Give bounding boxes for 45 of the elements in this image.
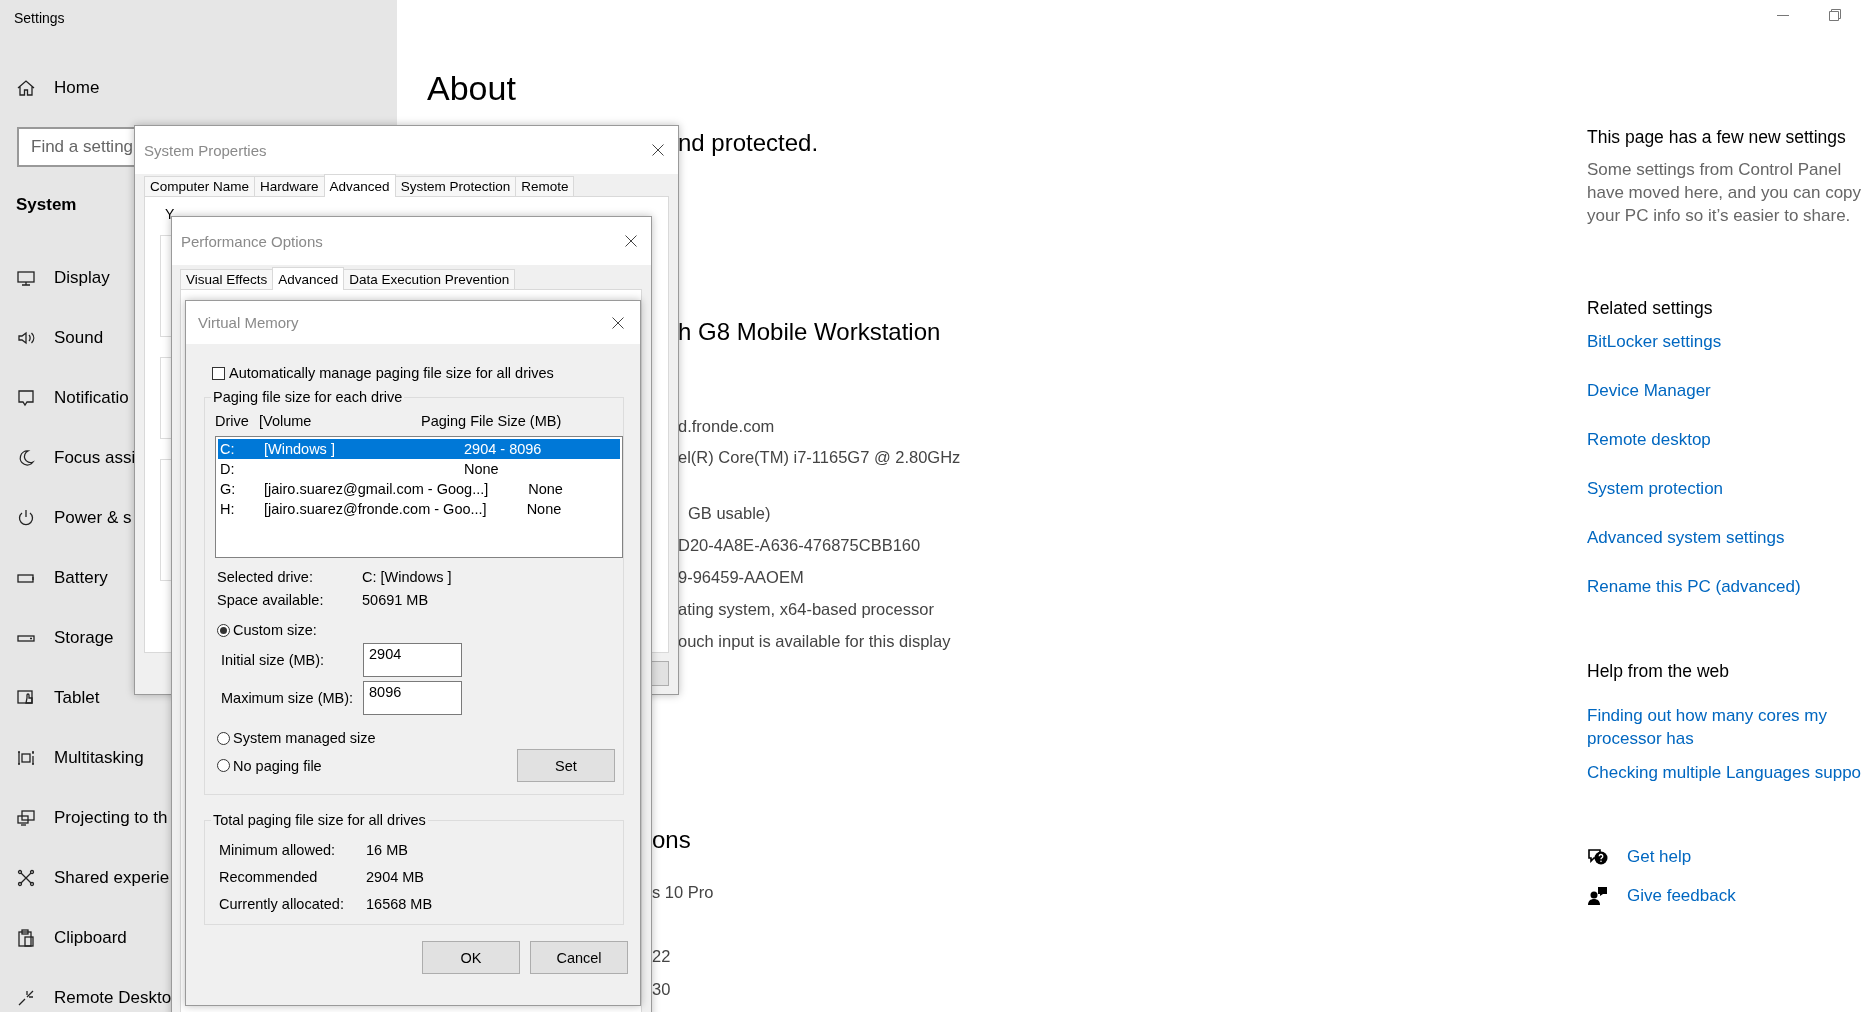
info-label: Minimum allowed: — [219, 841, 337, 859]
field-label: Initial size (MB): — [221, 652, 326, 668]
info-value: C: [Windows ] — [362, 568, 453, 586]
spec-text: el(R) Core(TM) i7-1165G7 @ 2.80GHz — [678, 447, 961, 468]
window-title: Settings — [14, 9, 66, 28]
column-header: [Volume — [259, 412, 313, 430]
section-heading: h G8 Mobile Workstation — [678, 317, 941, 347]
radio-label: System managed size — [233, 729, 376, 747]
info-label: Space available: — [217, 591, 325, 609]
radio-label: No paging file — [233, 756, 322, 775]
column-header: Paging File Size (MB) — [421, 412, 562, 430]
section-title: System — [16, 194, 77, 216]
radio-label: Custom size: — [233, 621, 317, 639]
spec-text: s 10 Pro — [652, 882, 714, 903]
info-label: Currently allocated: — [219, 895, 345, 913]
spec-text: D20-4A8E-A636-476875CBB160 — [678, 535, 921, 556]
group-title: Paging file size for each drive — [212, 388, 404, 406]
spec-text: 9-96459-AAOEM — [678, 567, 804, 588]
spec-text: 22 — [652, 946, 671, 967]
info-value: 50691 MB — [362, 591, 430, 609]
info-value: 16568 MB — [366, 895, 434, 913]
spec-text: 30 — [652, 979, 671, 1000]
info-heading: This page has a few new settings — [1587, 126, 1847, 149]
section-heading: Help from the web — [1587, 660, 1730, 683]
spec-text: d.fronde.com — [678, 416, 775, 437]
dialog-title: Performance Options — [181, 232, 323, 250]
info-text: Some settings from Control Panel have moved here, and you can copy your PC info so it’s easier to share. — [1587, 159, 1862, 227]
panel-text: Y — [165, 205, 176, 223]
field-label: Maximum size (MB): — [221, 690, 355, 706]
spec-text: ating system, x64-based processor — [678, 599, 934, 620]
info-label: Recommended — [219, 868, 319, 886]
info-value: 2904 MB — [366, 868, 426, 886]
spec-text: GB usable) — [688, 503, 771, 524]
section-heading: ons — [652, 825, 691, 855]
spec-text: ouch input is available for this display — [678, 631, 951, 652]
dialog-title: System Properties — [144, 141, 267, 159]
section-heading: Related settings — [1587, 297, 1714, 320]
info-label: Selected drive: — [217, 568, 314, 586]
group-title: Total paging file size for all drives — [212, 811, 427, 829]
column-header: Drive — [215, 412, 250, 430]
page-title: About — [427, 68, 516, 109]
info-value: 16 MB — [366, 841, 409, 859]
dialog-title: Virtual Memory — [198, 314, 299, 331]
section-heading: nd protected. — [678, 128, 819, 158]
checkbox-label: Automatically manage paging file size for all drives — [229, 364, 554, 382]
